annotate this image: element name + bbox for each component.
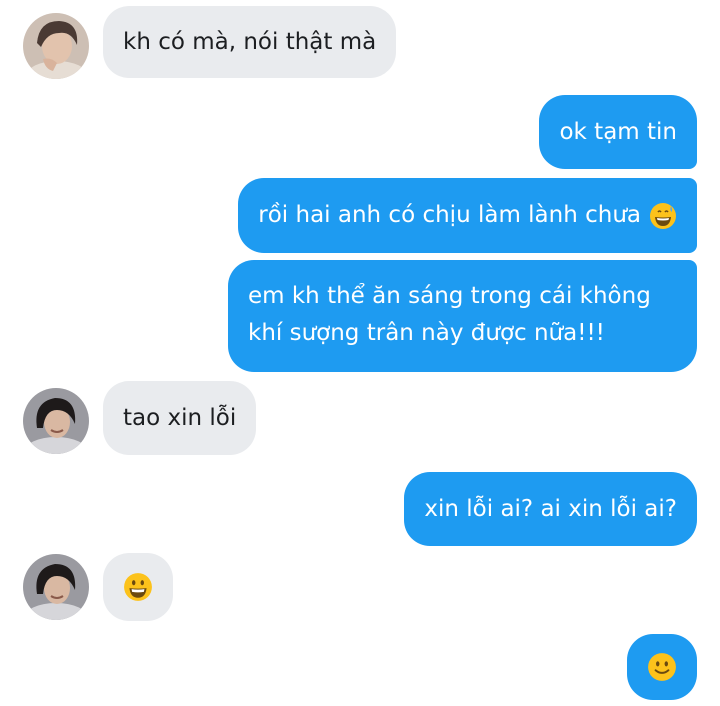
grinning-emoji-icon [123,569,153,606]
contact-avatar[interactable] [23,13,89,79]
message-text-line: khí sượng trân này được nữa!!! [248,320,605,346]
message-bubble-outgoing[interactable] [627,634,697,700]
message-text: xin lỗi ai? ai xin lỗi ai? [424,495,677,522]
message-bubble-incoming[interactable]: kh có mà, nói thật mà [103,6,397,78]
message-text: tao xin lỗi [123,404,237,431]
message-bubble-outgoing[interactable]: ok tạm tin [539,95,697,169]
contact-avatar[interactable] [23,388,89,454]
message-bubble-outgoing[interactable]: rồi hai anh có chịu làm lành chưa [238,178,697,253]
contact-avatar[interactable] [23,554,89,620]
message-bubble-outgoing[interactable]: em kh thể ăn sáng trong cái không khí sư… [228,260,697,372]
message-bubble-outgoing[interactable]: xin lỗi ai? ai xin lỗi ai? [404,472,697,546]
message-text: rồi hai anh có chịu làm lành chưa [258,202,641,228]
slight-smile-emoji-icon [647,649,677,686]
message-text: ok tạm tin [559,118,677,145]
message-bubble-incoming[interactable] [103,553,173,621]
grinning-sweat-emoji-icon [649,197,677,234]
message-text: kh có mà, nói thật mà [123,28,377,55]
message-bubble-incoming[interactable]: tao xin lỗi [103,381,257,455]
message-text-line: em kh thể ăn sáng trong cái không [248,283,651,309]
